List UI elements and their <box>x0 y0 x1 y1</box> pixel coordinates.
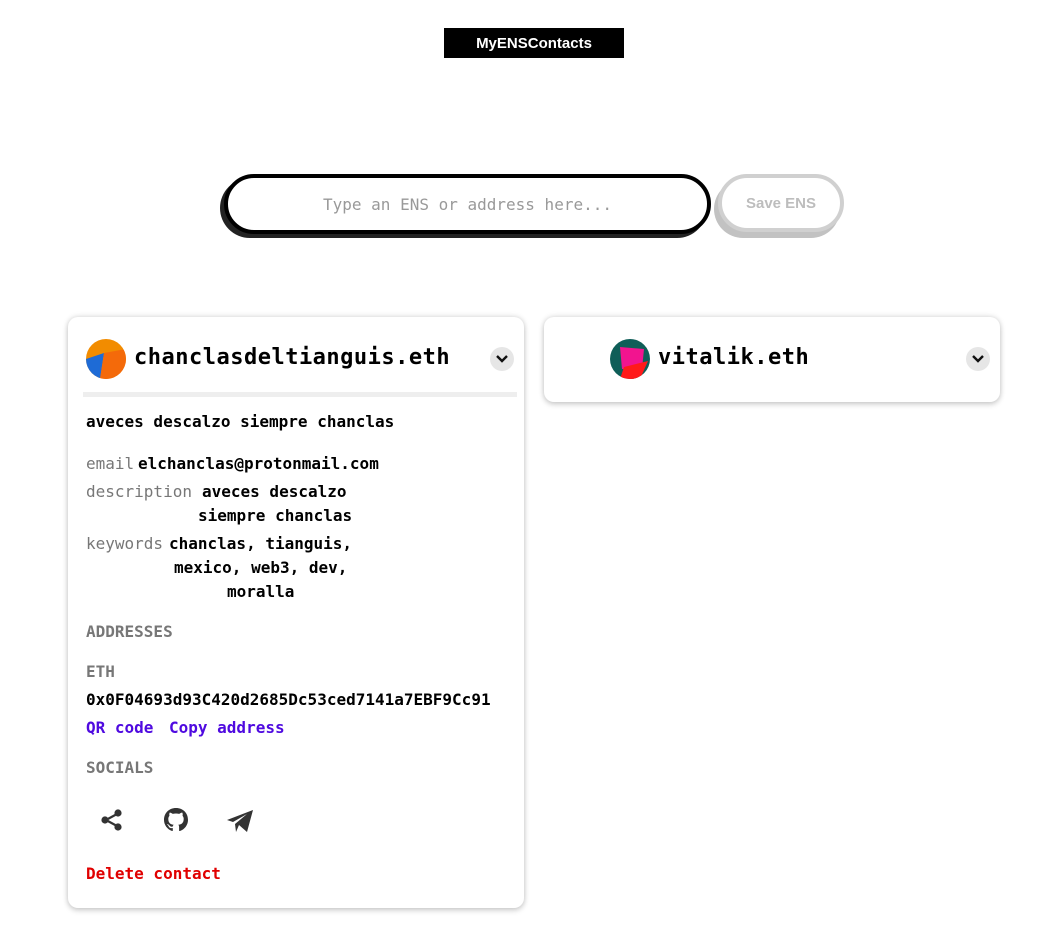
description-line1: aveces descalzo <box>202 482 347 501</box>
telegram-icon[interactable] <box>224 805 256 837</box>
contact-card: vitalik.eth <box>544 317 1000 402</box>
avatar <box>610 339 650 379</box>
share-icon[interactable] <box>96 804 128 836</box>
chevron-down-icon[interactable] <box>490 347 514 371</box>
eth-address: 0x0F04693d93C420d2685Dc53ced7141a7EBF9Cc… <box>86 690 491 709</box>
contact-name: chanclasdeltianguis.eth <box>134 345 451 370</box>
ens-search-input[interactable] <box>224 174 711 234</box>
copy-address-link[interactable]: Copy address <box>169 718 285 737</box>
contact-name: vitalik.eth <box>658 345 810 370</box>
save-box: Save ENS <box>714 174 844 238</box>
keywords-line1: chanclas, tianguis, <box>169 534 353 553</box>
github-icon[interactable] <box>160 804 192 836</box>
eth-label: ETH <box>86 662 115 681</box>
keywords-line2: mexico, web3, dev, <box>174 558 348 577</box>
search-box <box>220 174 711 238</box>
qr-code-link[interactable]: QR code <box>86 718 153 737</box>
socials-heading: SOCIALS <box>86 758 154 777</box>
app-title: MyENSContacts <box>444 28 624 58</box>
keywords-line3: moralla <box>227 582 295 601</box>
email-value: elchanclas@protonmail.com <box>138 454 379 473</box>
chevron-down-icon[interactable] <box>966 347 990 371</box>
delete-contact-button[interactable]: Delete contact <box>86 864 221 883</box>
email-label: email <box>86 454 135 473</box>
contact-bio: aveces descalzo siempre chanclas <box>86 412 395 431</box>
contact-card: chanclasdeltianguis.eth aveces descalzo … <box>68 317 524 908</box>
keywords-label: keywords <box>86 534 164 553</box>
save-ens-button[interactable]: Save ENS <box>718 174 844 232</box>
addresses-heading: ADDRESSES <box>86 622 173 641</box>
divider <box>83 392 517 397</box>
avatar <box>86 339 126 379</box>
description-line2: siempre chanclas <box>198 506 353 525</box>
description-label: description <box>86 482 192 501</box>
